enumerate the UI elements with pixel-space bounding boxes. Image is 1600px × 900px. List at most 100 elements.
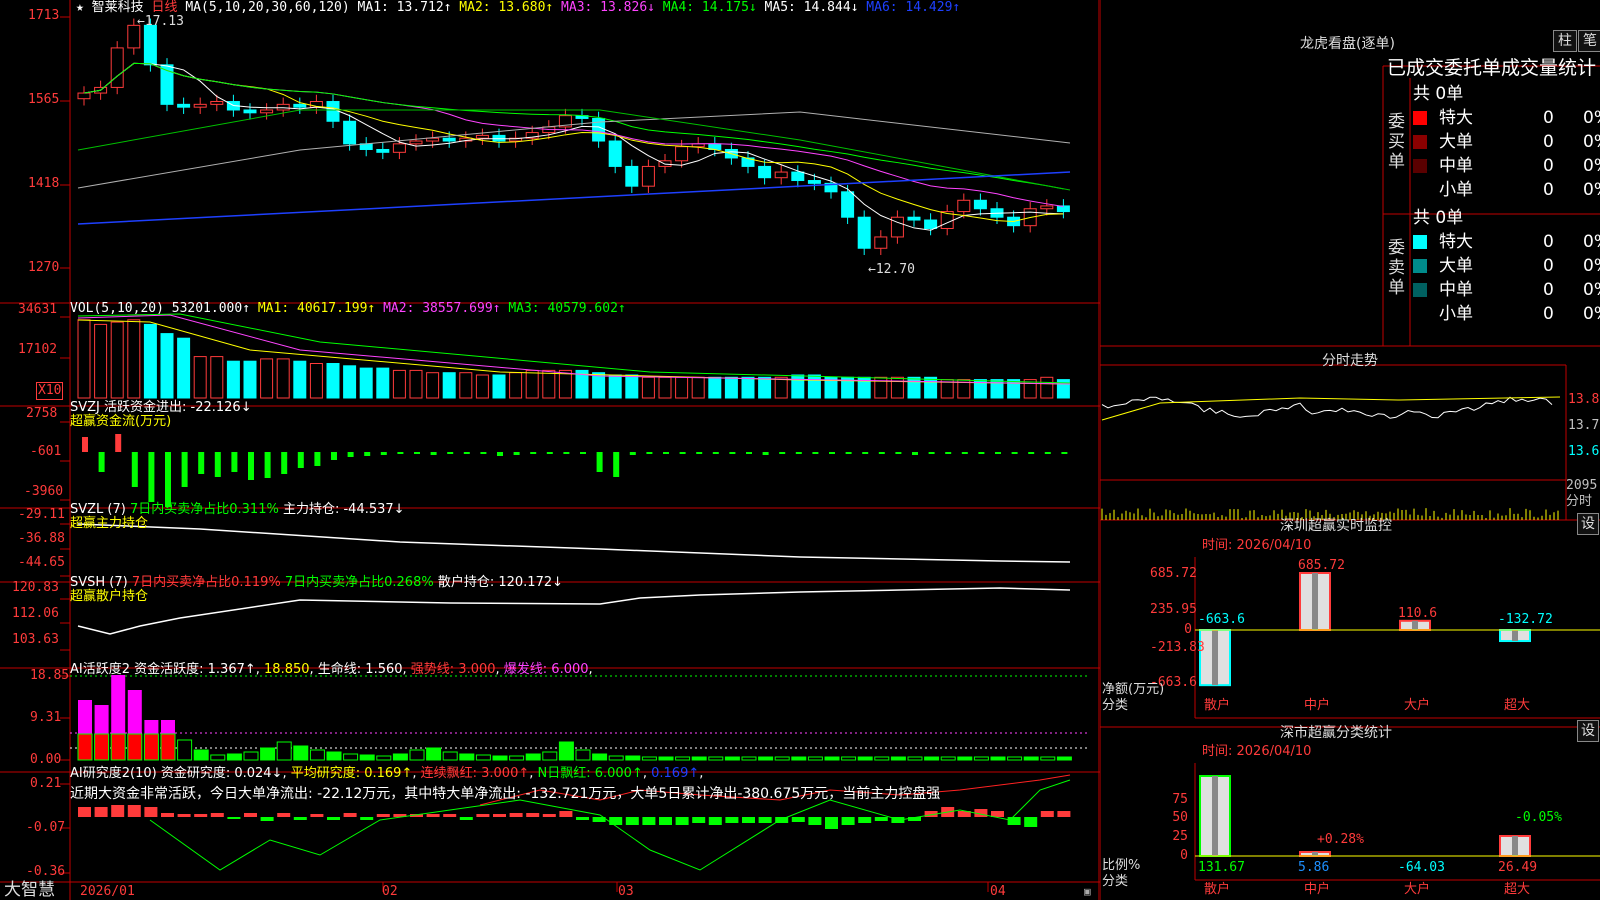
class-tick: 0 xyxy=(1160,848,1188,864)
date-tick: 03 xyxy=(618,884,634,900)
activity-bar-burst xyxy=(111,675,125,734)
svzl-sub: 超赢主力持仓 xyxy=(70,516,148,532)
research-bar xyxy=(692,817,705,823)
activity-bar xyxy=(410,750,424,760)
color-swatch xyxy=(1413,283,1427,297)
svsh-tick: 112.06 xyxy=(12,606,59,622)
vol-ma xyxy=(78,315,1070,384)
row-pct: 0% xyxy=(1583,280,1600,300)
candlestick-series xyxy=(78,19,1069,255)
color-swatch xyxy=(1413,135,1427,149)
tick-view-button[interactable]: 笔 xyxy=(1578,30,1600,52)
monitor-settings-button[interactable]: 设 xyxy=(1577,513,1599,535)
svzj-bar xyxy=(132,452,138,487)
svzj-bar xyxy=(381,452,387,455)
sell-total: 共 0单 xyxy=(1413,208,1463,228)
kline-header: ★ 智莱科技 日线 MA(5,10,20,30,60,120) MA1: 13.… xyxy=(76,0,960,16)
candle-body xyxy=(642,166,654,186)
ma2-value: MA2: 13.680↑ xyxy=(459,0,553,15)
activity-bar-burst xyxy=(144,720,158,734)
svzj-bar xyxy=(530,452,536,454)
activity-bar-burst xyxy=(128,690,142,734)
volume-bar xyxy=(360,368,372,398)
svzj-bar xyxy=(431,452,437,455)
vol-header: VOL(5,10,20) 53201.000↑ MA1: 40617.199↑ … xyxy=(70,301,626,317)
activity-bar xyxy=(1041,757,1055,760)
svzj-bar xyxy=(580,452,586,454)
volume-bar xyxy=(559,370,571,398)
activity-bar xyxy=(277,742,291,760)
svzj-bar xyxy=(1012,452,1018,454)
activity-bar-burst xyxy=(161,720,175,734)
svzj-tick: -601 xyxy=(30,444,61,460)
volume-bar xyxy=(393,370,405,398)
row-count: 0 xyxy=(1543,180,1554,200)
svzj-bar xyxy=(514,452,520,455)
lhkp-title: 龙虎看盘(逐单) xyxy=(1300,33,1395,53)
color-swatch xyxy=(1413,307,1427,321)
intraday-unit: 分时 xyxy=(1566,494,1592,510)
research-bar xyxy=(526,813,539,817)
favorite-star-icon[interactable]: ★ xyxy=(76,0,84,15)
color-swatch xyxy=(1413,259,1427,273)
kline-chart-area[interactable] xyxy=(0,0,1100,900)
vol-ma xyxy=(78,314,1070,383)
monitor-title: 深圳超赢实时监控 xyxy=(1280,515,1392,535)
candle-body xyxy=(476,135,488,138)
svzl-curve xyxy=(78,524,1070,562)
row-count: 0 xyxy=(1543,256,1554,276)
svsh-tick: 120.83 xyxy=(12,580,59,596)
svzj-bar xyxy=(115,434,121,452)
buy-label: 委买单 xyxy=(1388,112,1408,172)
class-settings-button[interactable]: 设 xyxy=(1577,720,1599,742)
monitor-category: 散户 xyxy=(1204,698,1230,714)
research-bar xyxy=(709,817,722,825)
buy-total: 共 0单 xyxy=(1413,84,1463,104)
candle-body xyxy=(875,237,887,248)
volume-bar xyxy=(344,366,356,398)
class-tick: 75 xyxy=(1160,792,1188,808)
class-cat-label: 分类 xyxy=(1102,874,1128,890)
research-bar xyxy=(95,807,108,817)
volume-bar xyxy=(194,357,206,398)
candle-body xyxy=(211,102,223,105)
activity-bar xyxy=(178,740,192,760)
ma1-value: MA1: 13.712↑ xyxy=(358,0,452,15)
activity-bar xyxy=(78,734,92,760)
research-bar xyxy=(111,805,124,817)
volume-bar xyxy=(759,377,771,398)
research-bar xyxy=(559,811,572,817)
activity-bar xyxy=(875,757,889,760)
activity-bar xyxy=(526,754,540,760)
svzj-bars xyxy=(82,434,1067,507)
svzj-bar xyxy=(895,452,901,454)
monitor-bar-shade xyxy=(1312,573,1318,630)
monitor-bars xyxy=(1195,573,1600,685)
research-bar xyxy=(227,817,240,819)
volume-bar xyxy=(626,375,638,398)
research-bar xyxy=(1057,811,1070,817)
color-swatch xyxy=(1413,183,1427,197)
research-bar xyxy=(360,817,373,820)
column-view-button[interactable]: 柱 xyxy=(1553,30,1577,52)
ma-long-line xyxy=(78,172,1070,224)
row-label: 特大 xyxy=(1439,108,1473,128)
class-time: 时间: 2026/04/10 xyxy=(1202,744,1311,760)
ma120-line xyxy=(78,110,1070,190)
svzj-tick: -3960 xyxy=(24,484,63,500)
activity-bar xyxy=(1057,757,1071,760)
activity-bar xyxy=(128,734,142,760)
candle-body xyxy=(808,181,820,184)
intraday-vol: 2095 xyxy=(1566,478,1597,494)
class-ylabel: 比例% xyxy=(1102,858,1140,874)
volume-bar xyxy=(310,364,322,399)
volume-bar xyxy=(808,375,820,398)
volume-bar xyxy=(1008,380,1020,398)
svsh-sub: 超赢散户持仓 xyxy=(70,589,148,605)
period-label[interactable]: 日线 xyxy=(152,0,178,15)
svzj-bar xyxy=(995,452,1001,454)
class-value: -64.03 xyxy=(1398,860,1445,876)
lock-icon[interactable]: ▣ xyxy=(1084,884,1091,900)
research-bar xyxy=(792,817,805,822)
activity-bar xyxy=(393,754,407,760)
